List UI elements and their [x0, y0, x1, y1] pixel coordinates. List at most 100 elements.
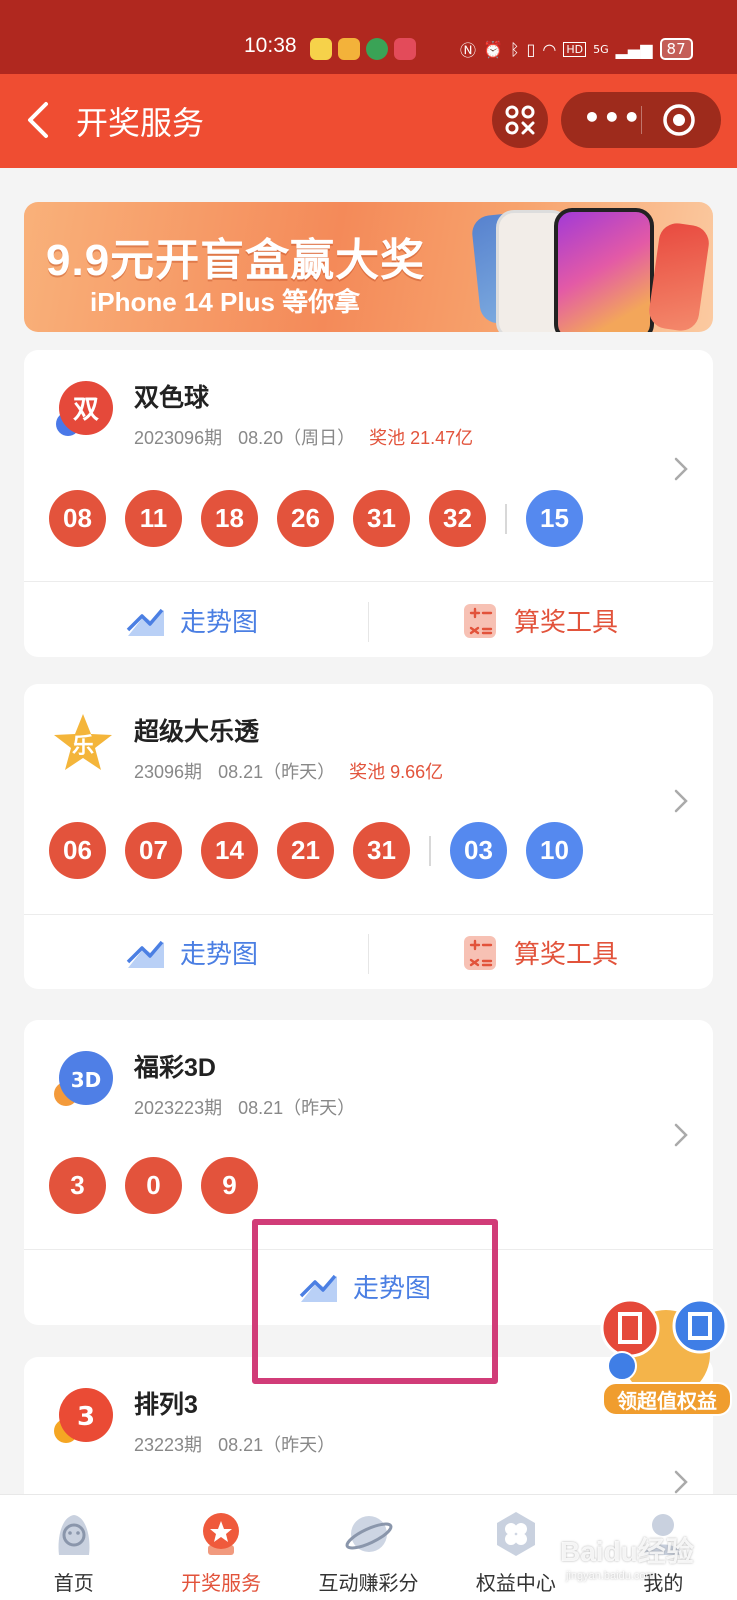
lottery-name: 超级大乐透: [134, 718, 260, 746]
red-ball: 11: [125, 490, 182, 547]
tab-earn-points[interactable]: 互动赚彩分: [295, 1495, 442, 1600]
scan-button[interactable]: [492, 92, 548, 148]
lottery-name: 福彩3D: [134, 1054, 216, 1082]
winning-numbers: 3 0 9: [49, 1157, 277, 1214]
app-notification-icon: [310, 38, 332, 60]
prize-calculator-button[interactable]: 算奖工具: [460, 602, 618, 639]
draw-issue: 2023223期: [134, 1098, 223, 1118]
chevron-right-icon[interactable]: [671, 1467, 691, 1497]
red-ball: 3: [49, 1157, 106, 1214]
svg-text:双: 双: [73, 395, 99, 425]
benefits-float-button[interactable]: 领超值权益: [596, 1296, 736, 1431]
page-title: 开奖服务: [76, 105, 205, 141]
lottery-name: 双色球: [134, 384, 210, 412]
red-ball: 9: [201, 1157, 258, 1214]
trend-chart-icon: [126, 940, 164, 968]
jackpot-pool: 奖池 9.66亿: [349, 762, 444, 782]
draw-date: 08.21（昨天）: [238, 1098, 356, 1118]
highlight-annotation-box: [252, 1219, 498, 1384]
draw-date: 08.20（周日）: [238, 428, 356, 448]
calculator-icon: [464, 935, 496, 970]
blue-ball: 03: [450, 822, 507, 879]
benefits-float-label: 领超值权益: [602, 1382, 732, 1416]
tab-home[interactable]: 首页: [0, 1495, 147, 1600]
blue-ball: 15: [526, 490, 583, 547]
lottery-card-dlt: 乐 超级大乐透 23096期 08.21（昨天） 奖池 9.66亿 06 07 14…: [24, 684, 713, 989]
svg-text:3: 3: [77, 1402, 95, 1432]
planet-icon: [345, 1516, 392, 1552]
trend-chart-label: 走势图: [180, 939, 259, 969]
prize-calculator-label: 算奖工具: [514, 939, 619, 969]
tab-label: 首页: [53, 1573, 94, 1595]
lottery-balls-icon: [600, 1298, 728, 1396]
watermark-subtext: jingyan.baidu.com: [566, 1570, 655, 1582]
chevron-right-icon[interactable]: [671, 454, 691, 484]
draw-info: 23096期 08.21（昨天） 奖池 9.66亿: [134, 758, 443, 784]
trend-chart-button[interactable]: 走势图: [126, 602, 258, 639]
svg-text:3D: 3D: [71, 1068, 102, 1092]
red-ball: 08: [49, 490, 106, 547]
wifi-icon: ◠: [542, 39, 557, 59]
status-time: 10:38: [244, 34, 297, 57]
red-ball: 06: [49, 822, 106, 879]
action-divider: [368, 602, 369, 642]
red-ball: 26: [277, 490, 334, 547]
red-ball: 31: [353, 822, 410, 879]
ball-separator: [505, 503, 507, 534]
lottery-name: 排列3: [134, 1391, 198, 1419]
tab-label: 开奖服务: [181, 1573, 262, 1595]
back-arrow-icon[interactable]: [22, 98, 62, 142]
jackpot-pool: 奖池 21.47亿: [369, 428, 474, 448]
banner-subline: iPhone 14 Plus 等你拿: [90, 287, 361, 317]
more-menu-button[interactable]: •••: [583, 101, 641, 134]
scan-icon: [505, 105, 535, 135]
tab-lottery-service[interactable]: 开奖服务: [147, 1495, 294, 1600]
alarm-icon: ⏰: [483, 39, 503, 59]
ssq-logo-icon: 双: [56, 381, 113, 436]
status-bar: 10:38 Ⓝ ⏰ ᛒ ▯ ◠ HD 5G ▂▄▆ 87: [0, 0, 737, 74]
mini-program-capsule: •••: [561, 92, 721, 148]
draw-info: 2023096期 08.20（周日） 奖池 21.47亿: [134, 424, 473, 450]
signal-icon: ▂▄▆: [615, 39, 653, 59]
blue-ball: 10: [526, 822, 583, 879]
winning-numbers: 08 11 18 26 31 32 15: [49, 490, 602, 547]
draw-date: 08.21（昨天）: [218, 1435, 336, 1455]
bluetooth-icon: ᛒ: [509, 39, 520, 59]
promo-banner[interactable]: 9.9元开盲盒赢大奖 iPhone 14 Plus 等你拿: [24, 202, 713, 332]
tab-label: 互动赚彩分: [318, 1573, 419, 1595]
app-notification-icon: [394, 38, 416, 60]
red-ball: 07: [125, 822, 182, 879]
card-divider: [24, 914, 713, 915]
phone-image: [554, 208, 654, 332]
vibrate-icon: ▯: [526, 39, 536, 59]
ball-separator: [429, 835, 431, 866]
draw-info: 2023223期 08.21（昨天）: [134, 1094, 355, 1120]
trend-chart-button[interactable]: 走势图: [126, 934, 258, 971]
draw-info: 23223期 08.21（昨天）: [134, 1431, 335, 1457]
calculator-icon: [464, 603, 496, 638]
system-icons: Ⓝ ⏰ ᛒ ▯ ◠ HD 5G ▂▄▆ 87: [460, 37, 693, 61]
chevron-right-icon[interactable]: [671, 786, 691, 816]
prize-calculator-button[interactable]: 算奖工具: [460, 934, 618, 971]
banner-headline: 9.9元开盲盒赢大奖: [46, 236, 426, 285]
winning-numbers: 06 07 14 21 31 03 10: [49, 822, 602, 879]
draw-issue: 23223期: [134, 1435, 203, 1455]
pl3-logo-icon: 3: [54, 1388, 113, 1443]
lottery-card-ssq: 双 双色球 2023096期 08.20（周日） 奖池 21.47亿 08 11 1…: [24, 350, 713, 657]
red-ball: 21: [277, 822, 334, 879]
capsule-divider: [641, 106, 642, 134]
nfc-icon: Ⓝ: [460, 41, 477, 60]
trend-chart-icon: [126, 608, 164, 636]
chevron-right-icon[interactable]: [671, 1120, 691, 1150]
watermark-text: Baidu经验: [560, 1536, 694, 1567]
fc3d-logo-icon: 3D: [54, 1051, 113, 1106]
lottery-service-icon: [203, 1513, 240, 1555]
shield-icon: [366, 38, 388, 60]
red-ball: 18: [201, 490, 258, 547]
clover-hexagon-icon: [496, 1512, 535, 1556]
close-target-icon[interactable]: [661, 102, 697, 138]
card-divider: [24, 581, 713, 582]
prize-calculator-label: 算奖工具: [514, 607, 619, 637]
nav-bar: 开奖服务 •••: [0, 74, 737, 168]
trend-chart-label: 走势图: [180, 607, 259, 637]
